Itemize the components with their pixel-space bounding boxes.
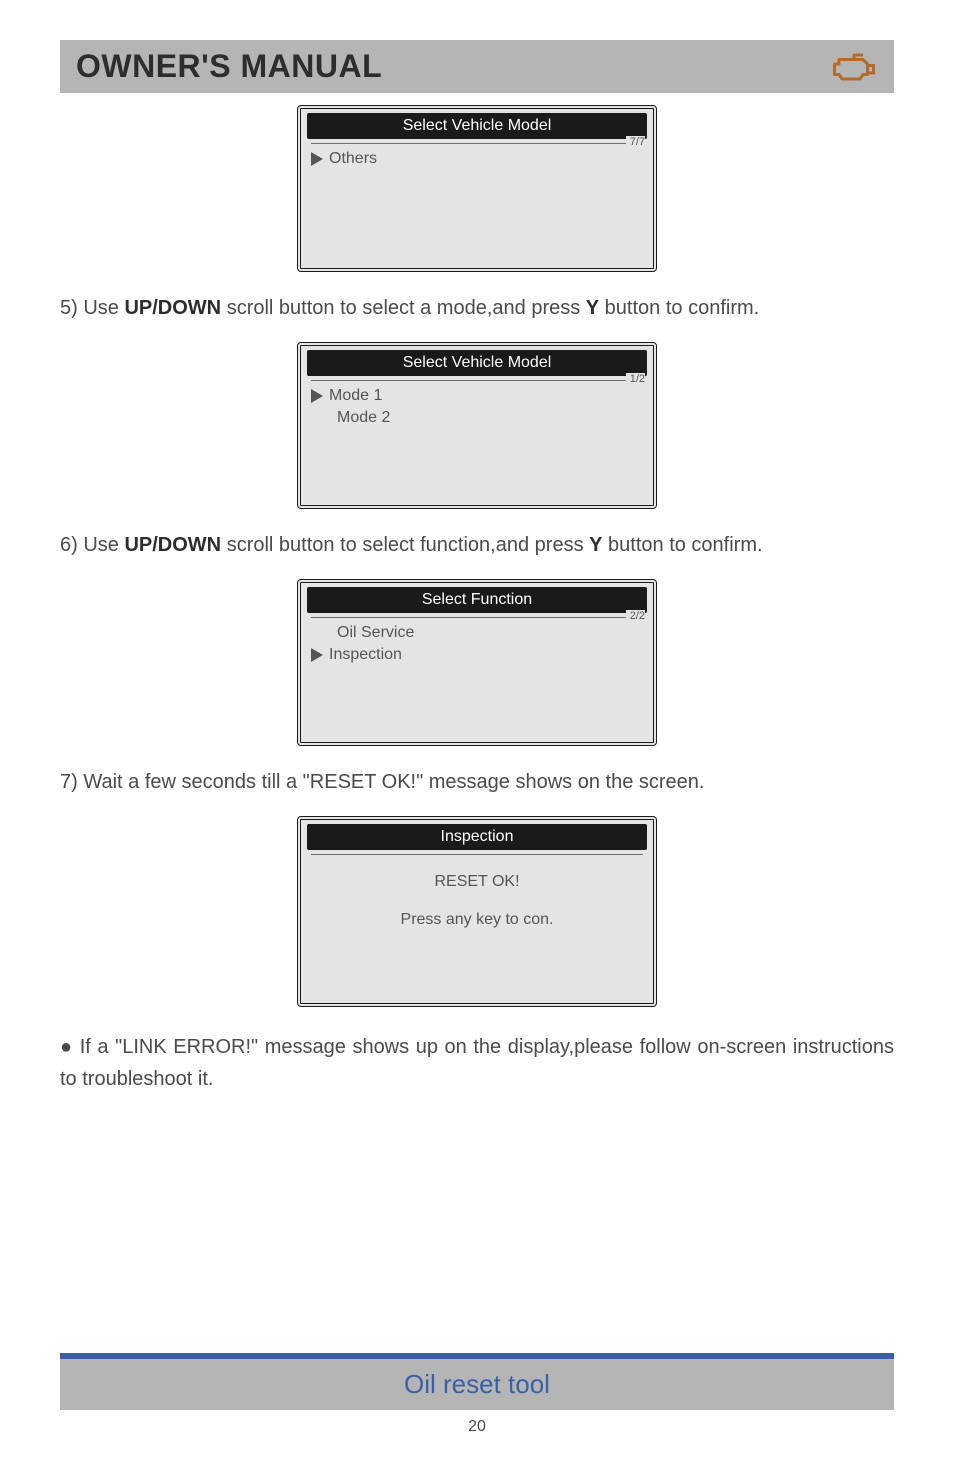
header-bar: OWNER'S MANUAL <box>60 40 894 93</box>
note-link-error: ● If a "LINK ERROR!" message shows up on… <box>60 1031 894 1095</box>
menu-item-label: Inspection <box>329 646 402 664</box>
page-title: OWNER'S MANUAL <box>76 48 382 85</box>
device-screen-select-model-others: Select Vehicle Model 7/7 Others <box>297 105 657 272</box>
device-screen-select-function: Select Function 2/2 Oil Service Inspecti… <box>297 579 657 746</box>
status-message: RESET OK! <box>434 873 519 891</box>
page-number: 20 <box>60 1418 894 1436</box>
prompt-message: Press any key to con. <box>401 911 554 929</box>
instruction-step-6: 6) Use UP/DOWN scroll button to select f… <box>60 529 894 561</box>
engine-icon <box>830 49 878 85</box>
instruction-step-7: 7) Wait a few seconds till a "RESET OK!"… <box>60 766 894 798</box>
pointer-icon <box>311 152 323 166</box>
pointer-icon <box>311 648 323 662</box>
page-indicator: 7/7 <box>626 136 645 148</box>
footer-bar: Oil reset tool <box>60 1353 894 1410</box>
menu-item-label: Oil Service <box>337 624 414 642</box>
footer-title: Oil reset tool <box>404 1369 550 1399</box>
menu-item-mode1[interactable]: Mode 1 <box>311 385 643 407</box>
menu-item-mode2[interactable]: Mode 2 <box>311 407 643 429</box>
page-indicator: 2/2 <box>626 610 645 622</box>
menu-item-oil-service[interactable]: Oil Service <box>311 622 643 644</box>
device-screen-inspection-result: Inspection RESET OK! Press any key to co… <box>297 816 657 1007</box>
pointer-icon <box>311 389 323 403</box>
device-screen-select-model-modes: Select Vehicle Model 1/2 Mode 1 Mode 2 <box>297 342 657 509</box>
menu-item-label: Mode 2 <box>337 409 390 427</box>
page-indicator: 1/2 <box>626 373 645 385</box>
instruction-step-5: 5) Use UP/DOWN scroll button to select a… <box>60 292 894 324</box>
screen-title: Inspection <box>307 824 647 850</box>
screen-title: Select Vehicle Model <box>307 350 647 376</box>
menu-item-label: Others <box>329 150 377 168</box>
screen-title: Select Vehicle Model <box>307 113 647 139</box>
menu-item-label: Mode 1 <box>329 387 382 405</box>
menu-item-others[interactable]: Others <box>311 148 643 170</box>
page-footer: Oil reset tool 20 <box>60 1353 894 1436</box>
menu-item-inspection[interactable]: Inspection <box>311 644 643 666</box>
screen-title: Select Function <box>307 587 647 613</box>
